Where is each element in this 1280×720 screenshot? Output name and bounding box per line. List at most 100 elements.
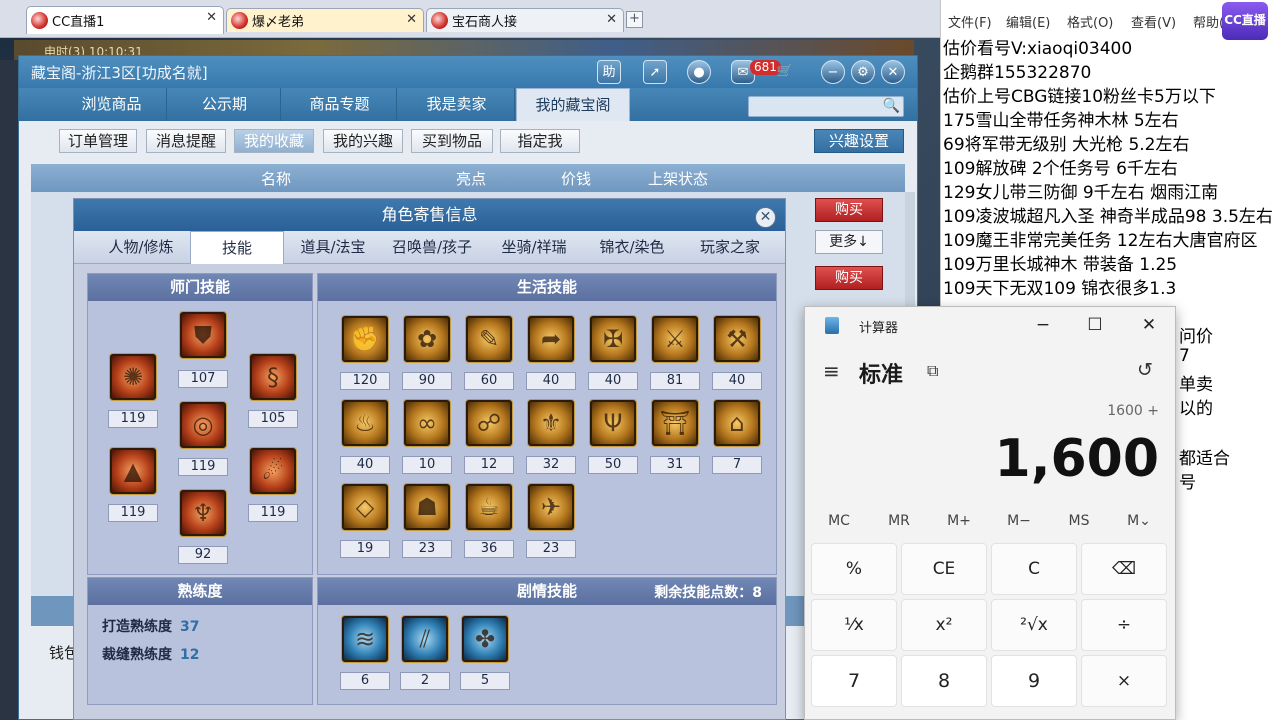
life-skill-icon[interactable]: ◇ [342, 484, 388, 530]
square-root-key[interactable]: ²√x [991, 599, 1077, 651]
divide-key[interactable]: ÷ [1081, 599, 1167, 651]
digit-9-key[interactable]: 9 [991, 655, 1077, 707]
notepad-line-partial[interactable]: 以的 [1179, 394, 1213, 419]
history-icon[interactable]: ↺ [1137, 359, 1153, 381]
my-favorites-button[interactable]: 我的收藏 [234, 129, 314, 153]
memory-clear-button[interactable]: MC [809, 513, 869, 529]
life-skill-icon[interactable]: ⛩ [652, 400, 698, 446]
multiply-key[interactable]: × [1081, 655, 1167, 707]
clear-entry-key[interactable]: CE [901, 543, 987, 595]
tab-my-pavilion[interactable]: 我的藏宝阁 [516, 88, 630, 121]
interest-settings-button[interactable]: 兴趣设置 [814, 129, 904, 153]
notepad-line-partial[interactable]: 都适合 [1179, 444, 1230, 469]
browser-tab-3[interactable]: 宝石商人接 ✕ [426, 8, 624, 32]
life-skill-icon[interactable]: Ψ [590, 400, 636, 446]
notepad-line[interactable]: 69将军带无级别 大光枪 5.2左右 [943, 130, 1189, 155]
close-icon[interactable]: ✕ [881, 60, 905, 84]
more-button[interactable]: 更多↓ [815, 230, 883, 254]
sect-skill-icon[interactable]: ⛊ [180, 312, 226, 358]
tab-public-period[interactable]: 公示期 [169, 88, 281, 121]
sect-skill-icon[interactable]: ▲ [110, 448, 156, 494]
menu-file[interactable]: 文件(F) [948, 12, 992, 31]
notepad-line[interactable]: 109凌波城超凡入圣 神奇半成品98 3.5左右 [943, 202, 1273, 227]
percent-key[interactable]: % [811, 543, 897, 595]
help-icon[interactable]: 助 [597, 60, 621, 84]
keep-on-top-icon[interactable]: ⧉ [927, 361, 938, 381]
life-skill-icon[interactable]: ➦ [528, 316, 574, 362]
notepad-line[interactable]: 估价上号CBG链接10粉丝卡5万以下 [943, 82, 1216, 107]
browser-tab-1[interactable]: CC直播1 ✕ [26, 6, 224, 34]
close-tab-icon[interactable]: ✕ [206, 10, 217, 25]
notepad-line[interactable]: 企鹅群155322870 [943, 58, 1091, 83]
story-skill-icon[interactable]: ⫽ [402, 616, 448, 662]
browser-tab-2[interactable]: 爆〆老弟 ✕ [226, 8, 424, 32]
tab-character[interactable]: 人物/修炼 [94, 231, 188, 264]
life-skill-icon[interactable]: ✎ [466, 316, 512, 362]
bought-items-button[interactable]: 买到物品 [411, 129, 493, 153]
record-icon[interactable]: ● [687, 60, 711, 84]
life-skill-icon[interactable]: ⚒ [714, 316, 760, 362]
notepad-line-partial[interactable]: 单卖 [1179, 370, 1213, 395]
notepad-line[interactable]: 109解放碑 2个任务号 6千左右 [943, 154, 1178, 179]
memory-store-button[interactable]: MS [1049, 513, 1109, 529]
minimize-icon[interactable]: − [1025, 311, 1061, 341]
notepad-line-partial[interactable]: 号 [1179, 468, 1196, 493]
square-key[interactable]: x² [901, 599, 987, 651]
tab-skills[interactable]: 技能 [190, 231, 284, 264]
notepad-line-partial[interactable]: 问价 [1179, 322, 1213, 347]
digit-8-key[interactable]: 8 [901, 655, 987, 707]
buy-button[interactable]: 购买 [815, 198, 883, 222]
tab-home[interactable]: 玩家之家 [680, 231, 780, 264]
notepad-line[interactable]: 175雪山全带任务神木林 5左右 [943, 106, 1179, 131]
notepad-line-partial[interactable]: 7 [1179, 346, 1190, 366]
notepad-line[interactable]: 129女儿带三防御 9千左右 烟雨江南 [943, 178, 1218, 203]
share-icon[interactable]: ➚ [643, 60, 667, 84]
life-skill-icon[interactable]: ☍ [466, 400, 512, 446]
sect-skill-icon[interactable]: § [250, 354, 296, 400]
life-skill-icon[interactable]: ∞ [404, 400, 450, 446]
life-skill-icon[interactable]: ⚜ [528, 400, 574, 446]
settings-gear-icon[interactable]: ⚙ [851, 60, 875, 84]
hamburger-menu-icon[interactable]: ≡ [823, 359, 840, 383]
memory-add-button[interactable]: M+ [929, 513, 989, 529]
designated-me-button[interactable]: 指定我 [500, 129, 580, 153]
search-icon[interactable]: 🔍 [883, 98, 900, 114]
sect-skill-icon[interactable]: ♆ [180, 490, 226, 536]
minimize-icon[interactable]: − [821, 60, 845, 84]
tab-seller[interactable]: 我是卖家 [399, 88, 515, 121]
story-skill-icon[interactable]: ≋ [342, 616, 388, 662]
digit-7-key[interactable]: 7 [811, 655, 897, 707]
search-input[interactable]: 🔍 [748, 96, 904, 117]
reciprocal-key[interactable]: ¹⁄x [811, 599, 897, 651]
close-tab-icon[interactable]: ✕ [606, 12, 617, 27]
cart-icon[interactable]: 🛒 [773, 60, 797, 84]
tab-topics[interactable]: 商品专题 [283, 88, 397, 121]
notepad-line[interactable]: 估价看号V:xiaoqi03400 [943, 34, 1132, 59]
memory-list-button[interactable]: M⌄ [1109, 513, 1169, 529]
buy-button[interactable]: 购买 [815, 266, 883, 290]
maximize-icon[interactable]: ☐ [1077, 311, 1113, 341]
notepad-line[interactable]: 109天下无双109 锦衣很多1.3 [943, 274, 1176, 299]
tab-mounts[interactable]: 坐骑/祥瑞 [484, 231, 584, 264]
my-interests-button[interactable]: 我的兴趣 [323, 129, 403, 153]
sect-skill-icon[interactable]: ◎ [180, 402, 226, 448]
menu-edit[interactable]: 编辑(E) [1006, 12, 1050, 31]
life-skill-icon[interactable]: ☕ [466, 484, 512, 530]
memory-subtract-button[interactable]: M− [989, 513, 1049, 529]
order-management-button[interactable]: 订单管理 [59, 129, 137, 153]
dialog-close-icon[interactable]: ✕ [755, 207, 776, 228]
tab-browse[interactable]: 浏览商品 [57, 88, 167, 121]
menu-view[interactable]: 查看(V) [1131, 12, 1176, 31]
tab-pets[interactable]: 召唤兽/孩子 [380, 231, 484, 264]
life-skill-icon[interactable]: ✈ [528, 484, 574, 530]
notepad-line[interactable]: 109万里长城神木 带装备 1.25 [943, 250, 1177, 275]
life-skill-icon[interactable]: ♨ [342, 400, 388, 446]
life-skill-icon[interactable]: ☗ [404, 484, 450, 530]
backspace-key[interactable]: ⌫ [1081, 543, 1167, 595]
memory-recall-button[interactable]: MR [869, 513, 929, 529]
new-tab-button[interactable]: + [626, 11, 643, 28]
life-skill-icon[interactable]: ✠ [590, 316, 636, 362]
life-skill-icon[interactable]: ⚔ [652, 316, 698, 362]
sect-skill-icon[interactable]: ✺ [110, 354, 156, 400]
close-tab-icon[interactable]: ✕ [406, 12, 417, 27]
